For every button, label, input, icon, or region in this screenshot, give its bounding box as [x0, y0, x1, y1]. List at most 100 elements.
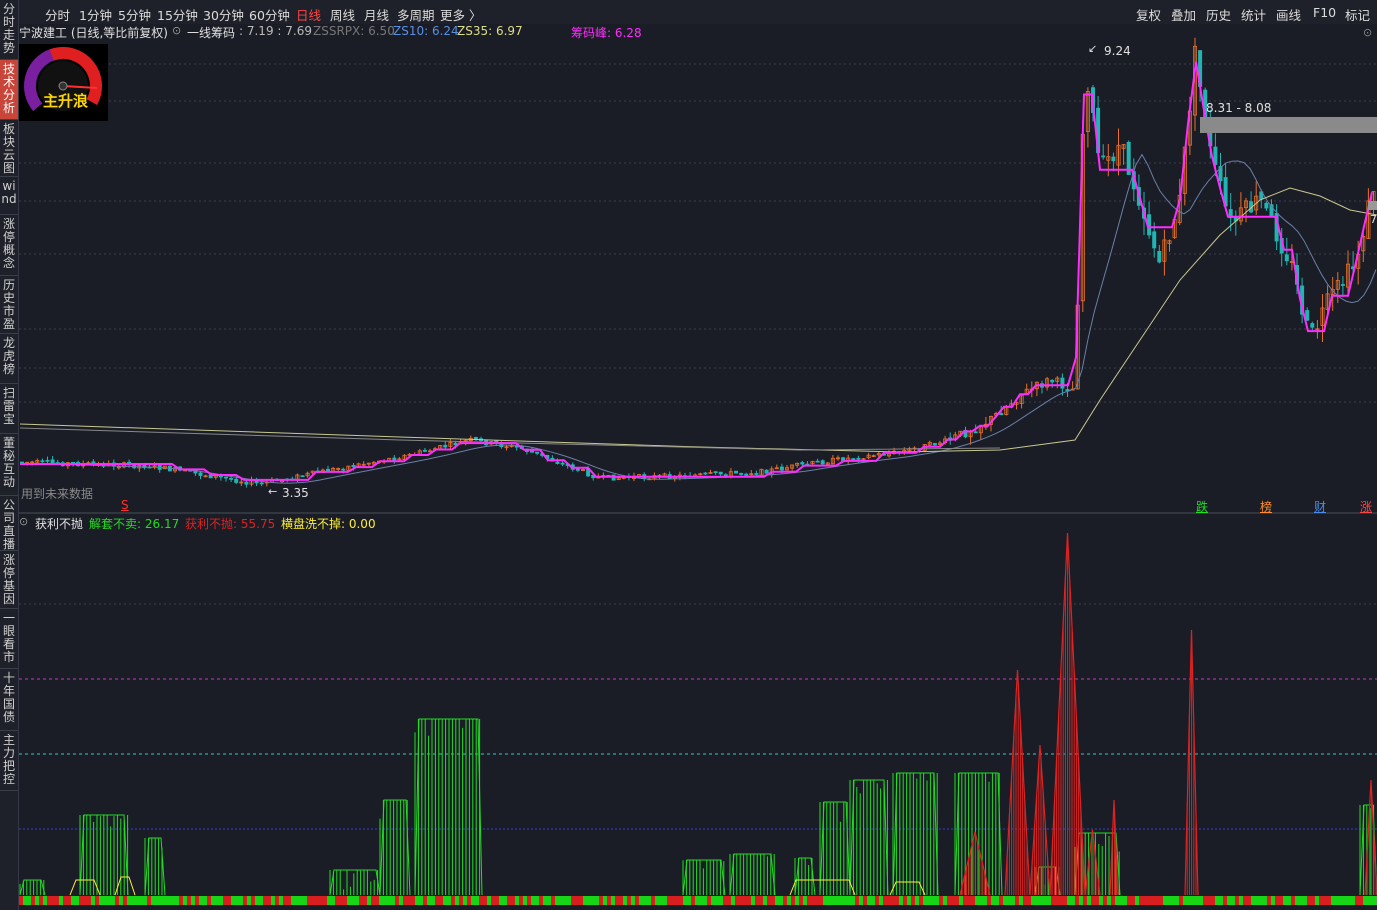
event-cai-marker[interactable]: 财: [1314, 498, 1326, 515]
fuquan-button[interactable]: 复权: [1136, 5, 1161, 24]
candle-body: [392, 457, 397, 461]
status-ribbon-cell: [1367, 896, 1371, 905]
sidebar-item-5[interactable]: 历史市盈: [0, 276, 18, 334]
period-tab-5min[interactable]: 5分钟: [118, 5, 151, 24]
candle-body: [999, 413, 1004, 416]
status-ribbon-cell: [751, 896, 755, 905]
status-ribbon-cell: [659, 896, 663, 905]
candle-body: [973, 431, 978, 434]
hl-value: 获利不抛: 55.75: [185, 517, 276, 531]
status-ribbon-cell: [831, 896, 835, 905]
current-price-tag: [1368, 201, 1377, 210]
close-panel-icon[interactable]: ⊙: [1363, 26, 1372, 39]
status-ribbon-cell: [663, 896, 667, 905]
chart-canvas[interactable]: ↙←: [0, 0, 1377, 910]
event-die-marker[interactable]: 跌: [1196, 498, 1208, 515]
chip-line: [20, 61, 1373, 481]
sidebar-item-4[interactable]: 涨停概念: [0, 215, 18, 276]
chip-peak-value: 筹码峰: 6.28: [571, 26, 642, 40]
status-ribbon-cell: [471, 896, 475, 905]
sidebar-item-11[interactable]: 一眼看市: [0, 609, 18, 669]
period-tab-daily[interactable]: 日线: [296, 5, 321, 24]
status-ribbon-cell: [263, 896, 267, 905]
status-ribbon-cell: [535, 896, 539, 905]
f10-button[interactable]: F10: [1313, 5, 1336, 20]
period-tab-multi[interactable]: 多周期: [397, 5, 435, 24]
status-ribbon-cell: [35, 896, 39, 905]
sidebar-item-2[interactable]: 板块云图: [0, 120, 18, 177]
status-ribbon-cell: [1047, 896, 1051, 905]
period-tab-1min[interactable]: 1分钟: [79, 5, 112, 24]
period-tab-60min[interactable]: 60分钟: [249, 5, 290, 24]
event-zhang-marker[interactable]: 涨: [1360, 498, 1372, 515]
overlay-button[interactable]: 叠加: [1171, 5, 1196, 24]
sidebar-item-12[interactable]: 十年国债: [0, 669, 18, 731]
indicator-toggle-icon[interactable]: ⊙: [172, 24, 181, 37]
status-ribbon-cell: [399, 896, 403, 905]
status-ribbon-cell: [1023, 896, 1027, 905]
status-ribbon-cell: [651, 896, 655, 905]
status-ribbon-cell: [695, 896, 699, 905]
status-ribbon-cell: [1207, 896, 1211, 905]
right-edge-price: 7: [1370, 213, 1377, 226]
status-ribbon-cell: [1303, 896, 1307, 905]
status-ribbon-cell: [239, 896, 243, 905]
sidebar-item-8[interactable]: 董秘互动: [0, 434, 18, 496]
status-ribbon-cell: [1171, 896, 1175, 905]
period-tab-30min[interactable]: 30分钟: [203, 5, 244, 24]
status-ribbon-cell: [1031, 896, 1035, 905]
period-tab-more[interactable]: 更多 〉: [440, 5, 481, 24]
period-tab-monthly[interactable]: 月线: [364, 5, 389, 24]
status-ribbon-cell: [315, 896, 319, 905]
status-ribbon-cell: [295, 896, 299, 905]
draw-line-button[interactable]: 画线: [1276, 5, 1301, 24]
sidebar-item-3[interactable]: wind: [0, 177, 18, 215]
status-ribbon-cell: [939, 896, 943, 905]
status-ribbon-cell: [931, 896, 935, 905]
status-ribbon-cell: [163, 896, 167, 905]
status-ribbon-cell: [215, 896, 219, 905]
status-ribbon-cell: [279, 896, 283, 905]
status-ribbon-cell: [267, 896, 271, 905]
candle-body: [744, 473, 749, 476]
sell-signal-marker[interactable]: S: [121, 498, 129, 512]
stats-button[interactable]: 统计: [1241, 5, 1266, 24]
period-tab-15min[interactable]: 15分钟: [157, 5, 198, 24]
status-ribbon-cell: [71, 896, 75, 905]
indicator-name[interactable]: 一线筹码: [187, 24, 235, 41]
sidebar-item-6[interactable]: 龙虎榜: [0, 334, 18, 384]
status-ribbon-cell: [255, 896, 259, 905]
status-ribbon-cell: [407, 896, 411, 905]
sidebar-item-0[interactable]: 分时走势: [0, 0, 18, 60]
sub-indicator-name[interactable]: 获利不抛: [35, 515, 83, 532]
candle-body: [575, 468, 580, 471]
mark-button[interactable]: 标记: [1345, 5, 1370, 24]
sub-indicator-toggle-icon[interactable]: ⊙: [19, 515, 28, 528]
candle-body: [739, 472, 744, 475]
status-ribbon-cell: [423, 896, 427, 905]
yellow-line: [789, 879, 856, 896]
history-button[interactable]: 历史: [1206, 5, 1231, 24]
status-ribbon-cell: [1251, 896, 1255, 905]
status-ribbon-cell: [759, 896, 763, 905]
status-ribbon-cell: [799, 896, 803, 905]
sidebar-item-9[interactable]: 公司直播: [0, 496, 18, 551]
status-ribbon-cell: [1131, 896, 1135, 905]
status-ribbon-cell: [783, 896, 787, 905]
sidebar-item-13[interactable]: 主力把控: [0, 731, 18, 791]
status-ribbon-cell: [1119, 896, 1123, 905]
sidebar-item-7[interactable]: 扫雷宝: [0, 384, 18, 434]
status-ribbon-cell: [355, 896, 359, 905]
sidebar-item-1[interactable]: 技术分析: [0, 60, 18, 120]
green-outline: [819, 801, 851, 896]
event-bang-marker[interactable]: 榜: [1260, 498, 1272, 515]
status-ribbon-cell: [839, 896, 843, 905]
period-tab-fenshi[interactable]: 分时: [45, 5, 70, 24]
status-ribbon-cell: [155, 896, 159, 905]
status-ribbon-cell: [275, 896, 279, 905]
status-ribbon-cell: [115, 896, 119, 905]
yellow-line: [114, 876, 136, 896]
status-ribbon-cell: [1319, 896, 1323, 905]
period-tab-weekly[interactable]: 周线: [330, 5, 355, 24]
sidebar-item-10[interactable]: 涨停基因: [0, 551, 18, 609]
